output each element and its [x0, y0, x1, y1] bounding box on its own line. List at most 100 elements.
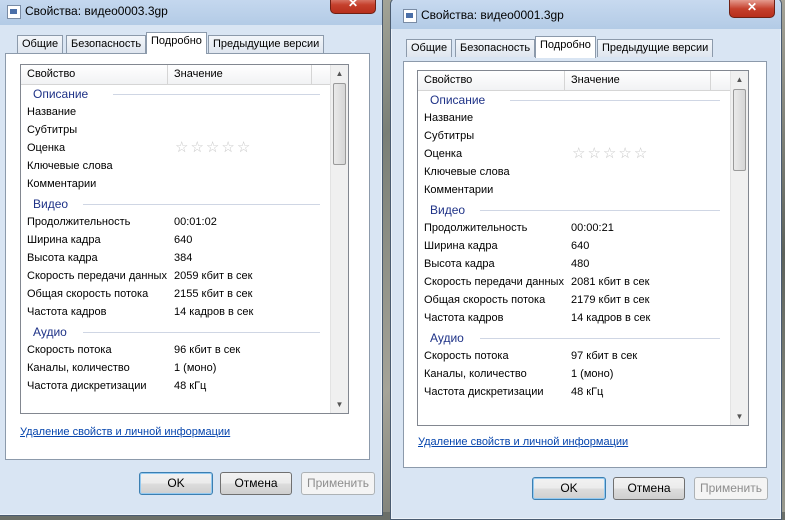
ok-button[interactable]: OK — [139, 472, 213, 495]
close-button[interactable]: ✕ — [729, 0, 775, 18]
star-icon[interactable]: ☆ — [221, 140, 234, 155]
tab-previous-versions[interactable]: Предыдущие версии — [208, 35, 325, 53]
property-name: Общая скорость потока — [27, 288, 149, 300]
property-row[interactable]: Продолжительность 00:01:02 — [21, 213, 330, 231]
group-divider — [480, 338, 720, 339]
property-row[interactable]: Высота кадра 384 — [21, 249, 330, 267]
tab-details[interactable]: Подробно — [535, 36, 596, 58]
property-list[interactable]: Свойство Значение Описание Название Субтит… — [20, 64, 349, 414]
tab-general[interactable]: Общие — [17, 35, 64, 53]
apply-button[interactable]: Применить — [301, 472, 375, 495]
scroll-up-arrow-icon[interactable]: ▲ — [731, 71, 748, 88]
remove-properties-link[interactable]: Удаление свойств и личной информации — [418, 436, 628, 448]
scroll-up-arrow-icon[interactable]: ▲ — [331, 65, 348, 82]
property-row[interactable]: Скорость передачи данных 2059 кбит в сек — [21, 267, 330, 285]
property-row[interactable]: Высота кадра 480 — [418, 255, 730, 273]
column-header-property[interactable]: Свойство — [27, 68, 75, 80]
property-name: Ширина кадра — [424, 240, 498, 252]
star-icon[interactable]: ☆ — [634, 146, 647, 161]
close-button[interactable]: ✕ — [330, 0, 376, 14]
scroll-down-arrow-icon[interactable]: ▼ — [331, 396, 348, 413]
property-row[interactable]: Название — [418, 109, 730, 127]
property-row[interactable]: Частота дискретизации 48 кГц — [418, 383, 730, 401]
property-row[interactable]: Комментарии — [21, 175, 330, 193]
property-row[interactable]: Ширина кадра 640 — [418, 237, 730, 255]
property-list[interactable]: Свойство Значение Описание Название Субтит… — [417, 70, 749, 426]
property-value: 14 кадров в сек — [571, 312, 651, 324]
tab-security[interactable]: Безопасность — [66, 35, 147, 53]
property-name: Комментарии — [27, 178, 97, 190]
tab-previous-versions[interactable]: Предыдущие версии — [597, 39, 714, 57]
property-value: 14 кадров в сек — [174, 306, 254, 318]
scroll-thumb[interactable] — [733, 89, 746, 171]
property-row[interactable]: Продолжительность 00:00:21 — [418, 219, 730, 237]
property-value: 48 кГц — [571, 386, 604, 398]
property-row[interactable]: Каналы, количество 1 (моно) — [418, 365, 730, 383]
group-divider — [83, 204, 320, 205]
property-value: 384 — [174, 252, 193, 264]
property-row[interactable]: Ключевые слова — [21, 157, 330, 175]
vertical-scrollbar[interactable]: ▲ ▼ — [330, 65, 348, 413]
property-row[interactable]: Скорость потока 97 кбит в сек — [418, 347, 730, 365]
property-value: 2081 кбит в сек — [571, 276, 650, 288]
column-header-value[interactable]: Значение — [571, 74, 620, 86]
property-value: 2179 кбит в сек — [571, 294, 650, 306]
remove-properties-link[interactable]: Удаление свойств и личной информации — [20, 426, 230, 438]
vertical-scrollbar[interactable]: ▲ ▼ — [730, 71, 748, 425]
property-row[interactable]: Каналы, количество 1 (моно) — [21, 359, 330, 377]
property-row[interactable]: Общая скорость потока 2179 кбит в сек — [418, 291, 730, 309]
apply-button[interactable]: Применить — [694, 477, 768, 500]
property-name: Скорость потока — [424, 350, 509, 362]
property-value: 640 — [571, 240, 590, 252]
group-divider — [83, 332, 320, 333]
property-value: 00:01:02 — [174, 216, 217, 228]
star-icon[interactable]: ☆ — [572, 146, 585, 161]
column-header-property[interactable]: Свойство — [424, 74, 472, 86]
cancel-button[interactable]: Отмена — [220, 472, 292, 495]
column-header-value[interactable]: Значение — [174, 68, 223, 80]
property-name: Продолжительность — [27, 216, 131, 228]
tab-security[interactable]: Безопасность — [455, 39, 536, 57]
group-divider — [480, 210, 720, 211]
property-value: 2155 кбит в сек — [174, 288, 253, 300]
rating-stars[interactable]: ☆ ☆ ☆ ☆ ☆ — [572, 146, 649, 164]
star-icon[interactable]: ☆ — [175, 140, 188, 155]
property-value: 97 кбит в сек — [571, 350, 638, 362]
cancel-button[interactable]: Отмена — [613, 477, 685, 500]
property-row[interactable]: Частота кадров 14 кадров в сек — [21, 303, 330, 321]
ok-button[interactable]: OK — [532, 477, 606, 500]
property-row[interactable]: Субтитры — [418, 127, 730, 145]
file-icon — [403, 9, 417, 23]
star-icon[interactable]: ☆ — [603, 146, 616, 161]
star-icon[interactable]: ☆ — [587, 146, 600, 161]
star-icon[interactable]: ☆ — [190, 140, 203, 155]
window-title: Свойства: видео0003.3gp — [25, 4, 168, 18]
window-title: Свойства: видео0001.3gp — [421, 8, 564, 22]
rating-stars[interactable]: ☆ ☆ ☆ ☆ ☆ — [175, 140, 252, 158]
property-row[interactable]: Частота кадров 14 кадров в сек — [418, 309, 730, 327]
property-row[interactable]: Скорость передачи данных 2081 кбит в сек — [418, 273, 730, 291]
property-name: Субтитры — [27, 124, 78, 136]
property-row[interactable]: Оценка ☆ ☆ ☆ ☆ ☆ — [21, 139, 330, 157]
star-icon[interactable]: ☆ — [206, 140, 219, 155]
property-row[interactable]: Частота дискретизации 48 кГц — [21, 377, 330, 395]
property-row[interactable]: Комментарии — [418, 181, 730, 199]
details-panel: Свойство Значение Описание Название Субтит… — [5, 53, 370, 460]
scroll-down-arrow-icon[interactable]: ▼ — [731, 408, 748, 425]
property-row[interactable]: Ширина кадра 640 — [21, 231, 330, 249]
property-row[interactable]: Ключевые слова — [418, 163, 730, 181]
property-row[interactable]: Субтитры — [21, 121, 330, 139]
star-icon[interactable]: ☆ — [237, 140, 250, 155]
property-row[interactable]: Оценка ☆ ☆ ☆ ☆ ☆ — [418, 145, 730, 163]
property-row[interactable]: Скорость потока 96 кбит в сек — [21, 341, 330, 359]
property-row[interactable]: Общая скорость потока 2155 кбит в сек — [21, 285, 330, 303]
tab-general[interactable]: Общие — [406, 39, 453, 57]
property-row[interactable]: Название — [21, 103, 330, 121]
property-name: Скорость передачи данных — [27, 270, 167, 282]
group-heading-label: Описание — [33, 87, 89, 101]
property-name: Общая скорость потока — [424, 294, 546, 306]
property-name: Оценка — [27, 142, 66, 154]
scroll-thumb[interactable] — [333, 83, 346, 165]
star-icon[interactable]: ☆ — [618, 146, 631, 161]
tab-details[interactable]: Подробно — [146, 32, 207, 54]
